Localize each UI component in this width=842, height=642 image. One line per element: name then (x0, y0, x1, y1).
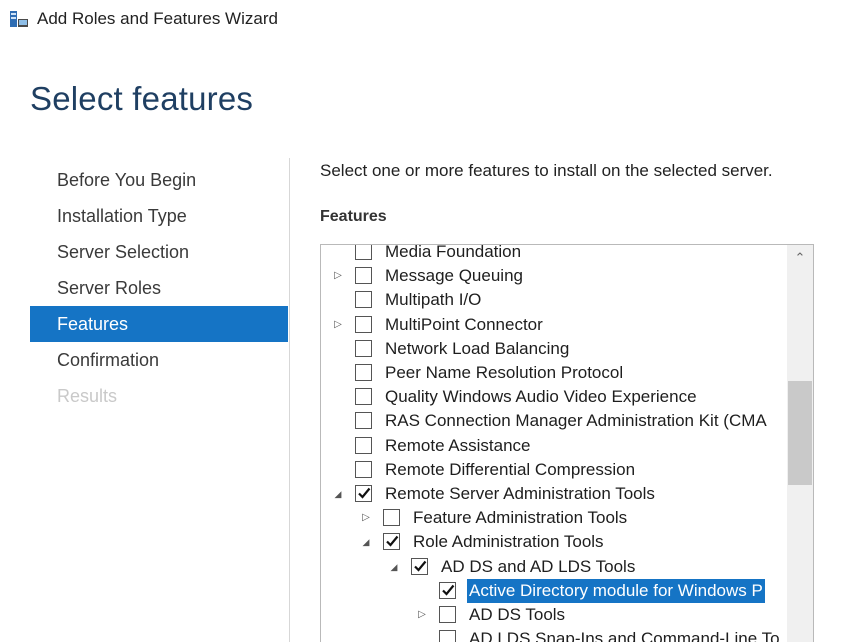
nav-item-confirmation[interactable]: Confirmation (30, 342, 288, 378)
nav-item-server-selection[interactable]: Server Selection (30, 234, 288, 270)
feature-checkbox[interactable] (355, 364, 372, 381)
feature-row[interactable]: ▷ MultiPoint Connector (321, 313, 791, 337)
feature-checkbox[interactable] (355, 485, 372, 502)
feature-label: Message Queuing (385, 266, 523, 286)
checkmark-icon (442, 584, 455, 596)
feature-row[interactable]: Network Load Balancing (321, 337, 791, 361)
feature-row[interactable]: ◢ Remote Server Administration Tools (321, 482, 791, 506)
checkmark-icon (386, 536, 399, 548)
page-title: Select features (30, 80, 254, 117)
expanded-arrow-icon[interactable]: ◢ (333, 488, 343, 500)
feature-label: Active Directory module for Windows P (467, 578, 765, 603)
feature-row[interactable]: Remote Assistance (321, 434, 791, 458)
feature-label: Media Foundation (385, 244, 522, 261)
feature-checkbox[interactable] (383, 509, 400, 527)
feature-label: Network Load Balancing (385, 338, 570, 358)
scroll-thumb[interactable] (788, 381, 812, 485)
feature-row[interactable]: Remote Differential Compression (321, 458, 791, 482)
divider (289, 158, 290, 642)
vertical-scrollbar[interactable]: ⌃ (787, 245, 813, 642)
feature-label: AD DS Tools (469, 605, 566, 624)
feature-checkbox[interactable] (355, 245, 372, 260)
feature-row[interactable]: ▷ Message Queuing (321, 264, 791, 288)
feature-label: AD LDS Snap-Ins and Command-Line To (469, 629, 780, 642)
feature-label: Feature Administration Tools (413, 508, 628, 528)
feature-row[interactable]: Active Directory module for Windows P (321, 578, 791, 603)
expanded-arrow-icon[interactable]: ◢ (389, 561, 399, 573)
feature-row[interactable]: AD LDS Snap-Ins and Command-Line To (321, 627, 791, 642)
nav-item-installation-type[interactable]: Installation Type (30, 198, 288, 234)
scroll-up-arrow-icon[interactable]: ⌃ (787, 245, 813, 271)
features-section-label: Features (320, 208, 387, 225)
feature-label: Multipath I/O (385, 290, 482, 310)
server-manager-icon (10, 11, 28, 27)
collapsed-arrow-icon[interactable]: ▷ (333, 319, 343, 331)
checkmark-icon (358, 487, 371, 499)
wizard-nav: Before You Begin Installation Type Server … (0, 160, 290, 642)
feature-label: RAS Connection Manager Administration Ki… (385, 411, 767, 431)
feature-label: Remote Differential Compression (385, 459, 636, 479)
feature-label: Peer Name Resolution Protocol (385, 363, 624, 382)
feature-checkbox[interactable] (383, 533, 400, 551)
collapsed-arrow-icon[interactable]: ▷ (417, 609, 427, 621)
feature-label: Remote Server Administration Tools (385, 484, 655, 503)
feature-checkbox[interactable] (355, 291, 372, 309)
feature-checkbox[interactable] (355, 267, 372, 285)
feature-label: Quality Windows Audio Video Experience (385, 387, 697, 407)
feature-label: MultiPoint Connector (385, 314, 543, 334)
nav-item-server-roles[interactable]: Server Roles (30, 270, 288, 306)
feature-row[interactable]: Quality Windows Audio Video Experience (321, 385, 791, 409)
feature-row[interactable]: RAS Connection Manager Administration Ki… (321, 409, 791, 433)
instruction-text: Select one or more features to install o… (320, 161, 773, 180)
collapsed-arrow-icon[interactable]: ▷ (361, 512, 371, 524)
feature-row[interactable]: ◢ Role Administration Tools (321, 530, 791, 554)
feature-row[interactable]: ◢ AD DS and AD LDS Tools (321, 555, 791, 579)
feature-checkbox[interactable] (411, 557, 428, 575)
collapsed-arrow-icon[interactable]: ▷ (333, 270, 343, 282)
checkmark-icon (414, 560, 427, 572)
title-bar: Add Roles and Features Wizard (0, 0, 842, 40)
feature-row[interactable]: Multipath I/O (321, 288, 791, 312)
feature-checkbox[interactable] (355, 388, 372, 406)
window-title: Add Roles and Features Wizard (37, 9, 278, 28)
feature-checkbox[interactable] (355, 315, 372, 333)
nav-item-features[interactable]: Features (30, 306, 288, 342)
feature-row[interactable]: ▷ Feature Administration Tools (321, 506, 791, 530)
feature-checkbox[interactable] (355, 460, 372, 478)
feature-row[interactable]: Media Foundation (321, 244, 791, 264)
feature-checkbox[interactable] (439, 630, 456, 642)
feature-label: AD DS and AD LDS Tools (441, 556, 636, 576)
feature-label: Remote Assistance (385, 435, 531, 455)
features-tree[interactable]: Media Foundation ▷ Message Queuing Multipat… (320, 244, 814, 642)
feature-checkbox[interactable] (355, 412, 372, 430)
feature-checkbox[interactable] (355, 436, 372, 454)
feature-checkbox[interactable] (439, 606, 456, 623)
feature-row[interactable]: Peer Name Resolution Protocol (321, 361, 791, 385)
feature-label: Role Administration Tools (413, 532, 604, 552)
feature-checkbox[interactable] (439, 581, 456, 599)
feature-checkbox[interactable] (355, 339, 372, 357)
expanded-arrow-icon[interactable]: ◢ (361, 536, 371, 548)
feature-row[interactable]: ▷ AD DS Tools (321, 603, 791, 627)
nav-item-before-you-begin[interactable]: Before You Begin (30, 162, 288, 198)
nav-item-results: Results (57, 386, 118, 406)
